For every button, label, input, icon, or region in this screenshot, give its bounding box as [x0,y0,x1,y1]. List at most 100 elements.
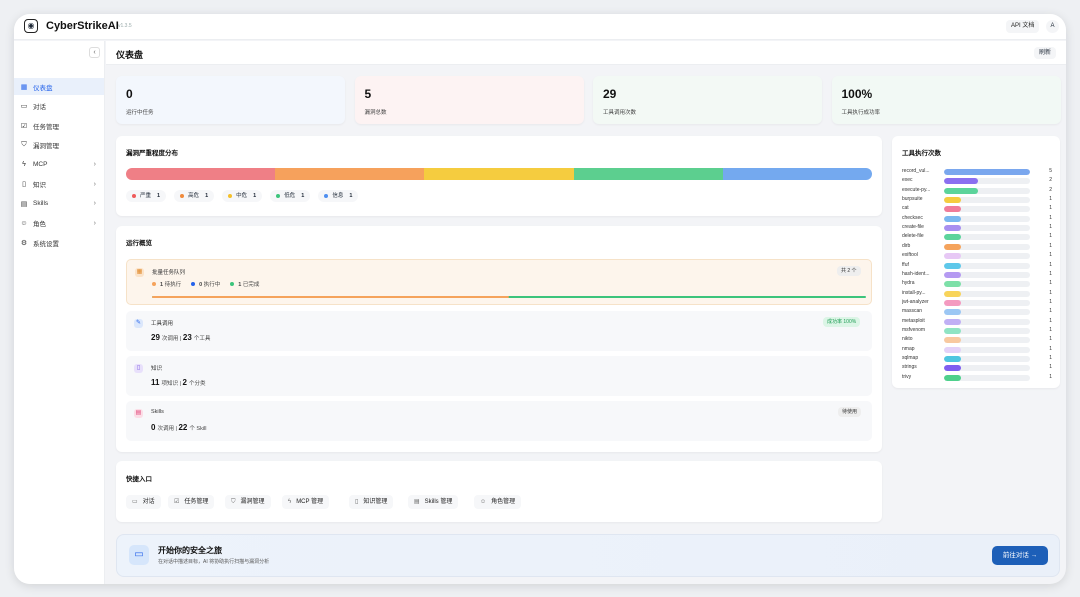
tool-count: 1 [1049,196,1052,203]
quick-link-label: 对话 [142,499,155,505]
knowledge-items-label: 项知识 [161,381,178,387]
tool-count: 1 [1049,364,1052,371]
lightning-icon: ϟ [22,161,26,168]
api-docs-button[interactable]: API 文档 [1006,20,1040,33]
knowledge-section[interactable]: ▯ 知识 11 项知识 | 2 个分类 [126,356,872,396]
knowledge-value: 11 项知识 | 2 个分类 [151,378,206,387]
tool-name: hash-ident... [902,270,930,277]
batch-stats: 1 待执行 0 执行中 1 已完成 [152,280,259,288]
sidebar-item-label: 系统设置 [33,240,59,248]
file-icon: ▤ [414,499,420,505]
tool-bar-track [944,356,1030,362]
tool-count: 1 [1049,280,1052,287]
tools-count: 23 [182,333,192,342]
quick-link[interactable]: ▭ 对话 [126,495,161,509]
sidebar-item-0[interactable]: ▦ 仪表盘 [14,78,104,95]
tool-bar-track [944,169,1030,175]
quick-link[interactable]: ▯ 知识管理 [349,495,394,509]
app-logo-icon: ◉ [24,19,38,33]
quick-access-title: 快捷入口 [126,476,152,483]
severity-label: 中危 [236,193,248,199]
knowledge-cats-label: 个分类 [188,381,206,387]
tool-count: 1 [1049,205,1052,212]
tool-count: 1 [1049,261,1052,268]
avatar[interactable]: A [1046,20,1059,33]
severity-count: 1 [349,193,353,199]
page-header: 仪表盘 刷新 [106,41,1066,65]
tool-name: cat [902,205,909,212]
tool-name: execute-py... [902,186,931,193]
severity-label: 严重 [140,193,152,199]
sidebar-item-label: 对话 [33,104,46,111]
tool-bar [944,253,962,260]
tool-row: sqlmap 1 [902,354,1052,363]
chevron-right-icon: › [93,161,96,168]
page-title: 仪表盘 [116,50,144,60]
done-label: 已完成 [242,282,260,288]
tool-row: exiftool 1 [902,251,1052,260]
running-count: 0 [199,282,203,288]
tool-row: nikto 1 [902,335,1052,344]
sidebar-item-8[interactable]: ⚙ 系统设置 [14,234,104,251]
quick-link[interactable]: ☺ 角色管理 [474,495,522,509]
sidebar-item-1[interactable]: ▭ 对话 [14,98,104,115]
sidebar-item-4[interactable]: ϟ MCP › [14,156,104,173]
severity-count: 1 [301,193,305,199]
quick-link[interactable]: ▤ Skills 管理 [408,495,459,509]
batch-queue-section[interactable]: ▦ 批量任务队列 共 2 个 1 待执行 0 执行中 1 已完成 [126,259,872,305]
skills-calls-label: 次调用 [157,426,174,432]
knowledge-cats-count: 2 [182,378,187,387]
tool-bar [944,290,962,297]
collapse-sidebar-button[interactable]: ‹ [89,47,100,58]
top-bar: ◉ CyberStrikeAI v1.3.5 API 文档 A [14,14,1066,40]
tool-row: delete-file 1 [902,232,1052,241]
grid-icon: ▦ [135,268,144,277]
sidebar-item-2[interactable]: ☑ 任务管理 [14,117,104,134]
batch-title: 批量任务队列 [152,270,186,276]
tool-name: strings [902,364,917,371]
quick-link[interactable]: ϟ MCP 管理 [282,495,330,509]
chat-icon: ▭ [132,499,138,505]
tool-bar [944,327,962,334]
tool-count: 5 [1049,168,1052,174]
sidebar-item-3[interactable]: ⛉ 漏洞管理 [14,137,104,154]
severity-label: 信息 [332,193,344,199]
refresh-button[interactable]: 刷新 [1034,47,1056,59]
sidebar-item-6[interactable]: ▤ Skills › [14,195,104,212]
tool-bar [944,281,962,288]
tool-row: burpsuite 1 [902,195,1052,204]
skills-section[interactable]: ▤ Skills 待使用 0 次调用 | 22 个 Skill [126,401,872,441]
tool-bar-track [944,318,1030,325]
quick-link[interactable]: ☑ 任务管理 [168,495,215,509]
chevron-right-icon: › [93,219,96,227]
sidebar-item-5[interactable]: ▯ 知识 › [14,176,104,193]
book-icon: ▯ [134,364,143,373]
quick-link-label: MCP 管理 [296,499,324,505]
skills-calls-count: 0 [151,423,156,432]
success-rate-badge: 成功率 100% [823,317,861,327]
tool-name: nikto [902,336,913,343]
shield-icon: ⛉ [21,141,27,148]
tool-bar-track [944,299,1030,306]
sidebar: ‹ ▦ 仪表盘 ▭ 对话 ☑ 任务管理 ⛉ 漏洞管理 ϟ MCP › ▯ 知识 › ▤ Skills › ☺ 角色 ›… [14,41,105,584]
tool-bar-track [944,253,1030,260]
tool-count: 2 [1049,177,1052,184]
users-icon: ☺ [20,219,28,227]
tool-count: 1 [1049,298,1052,305]
quick-link-label: Skills 管理 [424,499,453,505]
tool-bar [944,234,962,241]
severity-legend-item: 中危 1 [222,190,263,202]
quick-link[interactable]: ⛉ 漏洞管理 [225,495,271,509]
tool-row: execute-py... 2 [902,186,1052,195]
sidebar-item-label: 漏洞管理 [33,143,59,150]
tool-count: 1 [1049,252,1052,259]
severity-dot [276,194,281,198]
tool-calls-section[interactable]: ✎ 工具调用 成功率 100% 29 次调用 | 23 个工具 [126,311,872,351]
skills-status-badge: 待使用 [838,407,862,417]
tool-row: exec 2 [902,176,1052,185]
go-to-chat-button[interactable]: 前往对话 → [992,546,1048,565]
batch-count-badge: 共 2 个 [837,266,861,276]
wrench-icon: ✎ [134,319,143,328]
sidebar-item-7[interactable]: ☺ 角色 › [14,215,104,232]
tool-row: strings 1 [902,363,1052,372]
